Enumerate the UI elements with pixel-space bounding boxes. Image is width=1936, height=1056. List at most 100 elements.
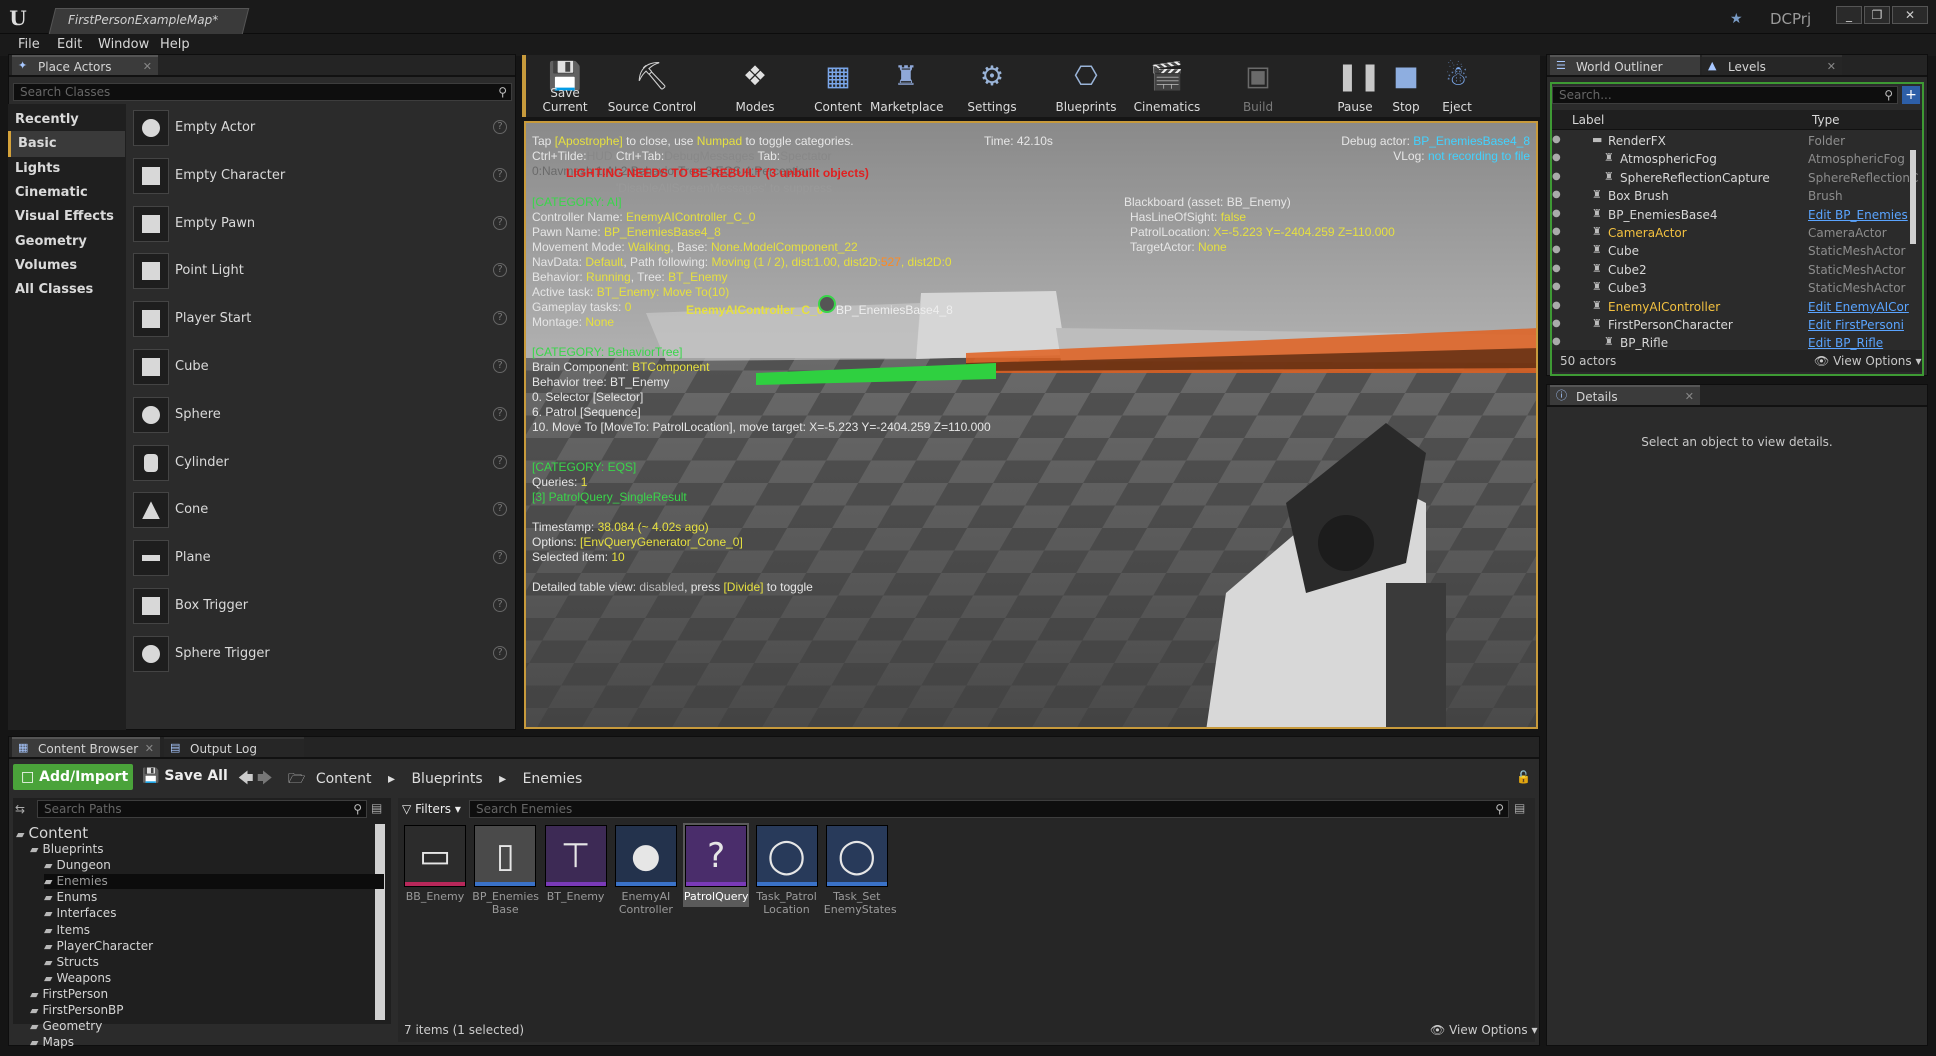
visibility-eye-icon[interactable]: ● <box>1552 244 1561 255</box>
minimize-button[interactable]: _ <box>1836 6 1862 24</box>
build-button[interactable]: ▣ Build <box>1232 57 1284 115</box>
help-icon[interactable]: ? <box>493 502 507 517</box>
marketplace-button[interactable]: ♜ Marketplace <box>870 57 944 115</box>
save-current-button[interactable]: 💾 Save Current <box>527 57 603 115</box>
tab-details[interactable]: ⓘ Details ✕ <box>1550 385 1700 405</box>
path-tree-item[interactable]: ▰ Dungeon <box>44 858 111 873</box>
outliner-row[interactable]: ● ♜ Box Brush Brush <box>1550 187 1918 205</box>
outliner-row[interactable]: ● ♜ FirstPersonCharacter Edit FirstPersoni <box>1550 316 1918 334</box>
actor-item[interactable]: Empty Character? <box>129 154 513 200</box>
path-tree-item[interactable]: ▰ Geometry <box>30 1019 102 1034</box>
asset-tile[interactable]: ? PatrolQuery <box>683 823 750 907</box>
tab-levels[interactable]: ▲ Levels ✕ <box>1702 55 1842 75</box>
outliner-row[interactable]: ● ▬ RenderFX Folder <box>1550 132 1918 150</box>
outliner-row[interactable]: ● ♜ Cube2 StaticMeshActor <box>1550 261 1918 279</box>
column-label[interactable]: Label <box>1572 113 1604 127</box>
add-filter-button[interactable]: + <box>1902 86 1920 104</box>
actor-item[interactable]: Player Start? <box>129 297 513 343</box>
asset-tile[interactable]: ● EnemyAI Controller <box>613 825 679 916</box>
path-tree-item[interactable]: ▰ Maps <box>30 1035 74 1050</box>
help-icon[interactable]: ? <box>493 215 507 230</box>
eject-button[interactable]: ☃ Eject <box>1432 57 1482 115</box>
outliner-view-options[interactable]: 👁 View Options ▾ <box>1814 354 1922 368</box>
actor-item[interactable]: Sphere Trigger? <box>129 632 513 678</box>
category-lights[interactable]: Lights <box>8 156 125 182</box>
column-type[interactable]: Type <box>1812 113 1840 127</box>
breadcrumb-enemies[interactable]: Enemies <box>523 771 583 787</box>
cinematics-button[interactable]: 🎬 Cinematics <box>1130 57 1204 115</box>
search-classes-input[interactable]: Search Classes ⚲ <box>13 83 512 101</box>
save-search-icon[interactable]: ▤ <box>1514 801 1525 815</box>
visibility-eye-icon[interactable]: ● <box>1552 189 1561 200</box>
category-volumes[interactable]: Volumes <box>8 253 125 279</box>
category-cinematic[interactable]: Cinematic <box>8 180 125 206</box>
path-tree-item[interactable]: ▰ Content <box>16 824 88 842</box>
close-window-button[interactable]: ✕ <box>1892 6 1928 24</box>
help-icon[interactable]: ? <box>493 598 507 612</box>
paths-scrollbar[interactable] <box>375 824 385 1020</box>
outliner-row[interactable]: ● ♜ AtmosphericFog AtmosphericFog <box>1550 150 1918 168</box>
help-icon[interactable]: ? <box>493 359 507 373</box>
visibility-eye-icon[interactable]: ● <box>1552 318 1561 329</box>
actor-item[interactable]: Empty Actor? <box>129 106 513 152</box>
edit-blueprint-link[interactable]: Edit BP_Enemies <box>1808 208 1918 222</box>
outliner-scrollbar[interactable] <box>1910 150 1916 244</box>
save-all-button[interactable]: 💾 Save All <box>142 768 228 784</box>
close-icon[interactable]: ✕ <box>143 57 152 77</box>
actor-item[interactable]: Plane? <box>129 536 513 582</box>
outliner-row[interactable]: ● ♜ Cube StaticMeshActor <box>1550 242 1918 260</box>
source-control-button[interactable]: ⛏ Source Control <box>607 57 697 115</box>
level-viewport[interactable]: Tap [Apostrophe] to close, use Numpad to… <box>524 121 1538 729</box>
category-basic[interactable]: Basic <box>8 131 125 158</box>
edit-blueprint-link[interactable]: Edit FirstPersoni <box>1808 318 1918 332</box>
asset-tile[interactable]: ◯ Task_Patrol Location <box>754 825 820 916</box>
actor-item[interactable]: Point Light? <box>129 249 513 295</box>
menu-file[interactable]: File <box>18 37 40 52</box>
path-tree-item[interactable]: ▰ Enums <box>44 890 97 905</box>
search-paths-input[interactable]: Search Paths ⚲ <box>37 800 367 818</box>
path-tree-item[interactable]: ▰ Blueprints <box>30 842 103 857</box>
path-tree-item[interactable]: ▰ Items <box>44 923 90 938</box>
path-tree-item[interactable]: ▰ Enemies <box>44 874 384 890</box>
visibility-eye-icon[interactable]: ● <box>1552 226 1561 237</box>
asset-tile[interactable]: ▭ BB_Enemy <box>402 825 468 903</box>
breadcrumb-blueprints[interactable]: Blueprints <box>411 771 482 787</box>
tab-place-actors[interactable]: ✦ Place Actors ✕ <box>12 55 158 75</box>
menu-help[interactable]: Help <box>160 37 190 52</box>
tab-world-outliner[interactable]: ☰ World Outliner <box>1550 55 1700 75</box>
modes-button[interactable]: ❖ Modes <box>723 57 787 115</box>
actor-item[interactable]: Sphere? <box>129 393 513 439</box>
forward-button[interactable]: 🡆 <box>257 768 273 793</box>
visibility-eye-icon[interactable]: ● <box>1552 281 1561 292</box>
close-icon[interactable]: ✕ <box>1685 387 1694 407</box>
settings-button[interactable]: ⚙ Settings <box>960 57 1024 115</box>
actor-item[interactable]: Box Trigger? <box>129 584 513 630</box>
outliner-row[interactable]: ● ♜ Cube3 StaticMeshActor <box>1550 279 1918 297</box>
outliner-search-input[interactable]: Search... ⚲ <box>1552 86 1898 104</box>
menu-window[interactable]: Window <box>98 37 149 52</box>
path-tree-item[interactable]: ▰ Structs <box>44 955 99 970</box>
help-icon[interactable]: ? <box>493 645 507 660</box>
blueprints-button[interactable]: ⎔ Blueprints <box>1052 57 1120 115</box>
visibility-eye-icon[interactable]: ● <box>1552 336 1561 347</box>
maximize-button[interactable]: ❐ <box>1864 6 1890 24</box>
pause-button[interactable]: ❚❚ Pause <box>1330 57 1381 115</box>
path-tree-item[interactable]: ▰ PlayerCharacter <box>44 939 153 954</box>
add-import-button[interactable]: □ Add/Import ▾ <box>13 764 133 811</box>
category-recently-placed[interactable]: Recently Placed <box>8 107 125 153</box>
ai-pawn-marker[interactable] <box>818 295 836 313</box>
breadcrumb-content[interactable]: Content <box>316 771 372 787</box>
actor-item[interactable]: Cone? <box>129 488 513 534</box>
stop-button[interactable]: ■ Stop <box>1384 57 1428 115</box>
tab-content-browser[interactable]: ▦ Content Browser ✕ <box>12 737 160 757</box>
menu-edit[interactable]: Edit <box>57 37 82 52</box>
visibility-eye-icon[interactable]: ● <box>1552 134 1561 145</box>
help-icon[interactable]: ? <box>493 167 507 182</box>
path-tree-item[interactable]: ▰ Weapons <box>44 971 111 986</box>
close-icon[interactable]: ✕ <box>145 739 154 759</box>
visibility-eye-icon[interactable]: ● <box>1552 263 1561 274</box>
paths-options-icon[interactable]: ▤ <box>371 801 382 815</box>
category-all-classes[interactable]: All Classes <box>8 277 125 303</box>
asset-tile[interactable]: ◯ Task_Set EnemyStates <box>824 825 897 916</box>
help-icon[interactable]: ? <box>493 454 507 469</box>
